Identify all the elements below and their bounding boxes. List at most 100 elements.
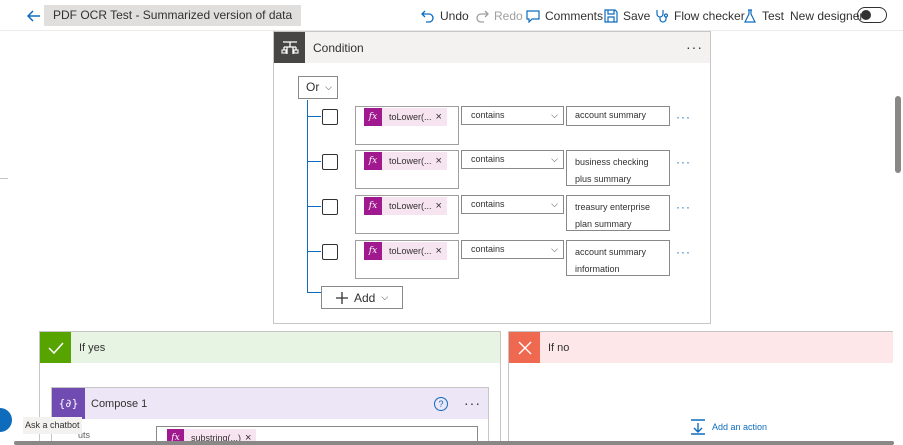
tree-branch: [307, 206, 321, 207]
compose-more-icon[interactable]: ···: [464, 396, 481, 410]
operator-value: contains: [471, 199, 505, 209]
expression-field[interactable]: fx toLower(... ×: [355, 150, 459, 189]
divider: [0, 178, 8, 179]
tree-branch: [307, 292, 321, 293]
group-operator-select[interactable]: Or ⌵: [298, 76, 338, 99]
help-icon[interactable]: ?: [434, 397, 448, 411]
fx-icon: fx: [364, 108, 382, 126]
value-line-1: business checking: [575, 157, 649, 167]
flow-checker-label: Flow checker: [674, 9, 745, 23]
if-yes-header[interactable]: If yes: [40, 332, 500, 363]
value-line-1: account summary: [575, 247, 647, 257]
ask-chatbot-button[interactable]: Ask a chatbot: [23, 417, 82, 434]
save-icon: [604, 9, 618, 23]
redo-button[interactable]: Redo: [475, 7, 523, 25]
vertical-scrollbar[interactable]: [893, 31, 903, 445]
flask-icon: [744, 9, 756, 23]
checkmark-icon: [40, 332, 71, 363]
row-checkbox[interactable]: [322, 109, 338, 125]
row-more-icon[interactable]: ···: [676, 200, 691, 214]
close-icon: [509, 332, 540, 363]
operator-value: contains: [471, 110, 505, 120]
operator-select[interactable]: contains ⌵: [461, 106, 564, 125]
stethoscope-icon: [656, 10, 669, 23]
save-button[interactable]: Save: [604, 7, 650, 25]
value-line-2: plan summary: [575, 219, 632, 229]
chatbot-icon[interactable]: [0, 408, 12, 432]
operator-value: contains: [471, 154, 505, 164]
save-label: Save: [623, 9, 651, 23]
expression-token[interactable]: fx toLower(... ×: [364, 152, 447, 170]
comment-icon: [526, 10, 540, 23]
chevron-down-icon: ⌵: [325, 82, 332, 92]
row-more-icon[interactable]: ···: [676, 110, 691, 124]
group-operator-value: Or: [306, 80, 320, 94]
test-button[interactable]: Test: [743, 7, 784, 25]
value-line-1: treasury enterprise: [575, 202, 651, 212]
operator-value: contains: [471, 244, 505, 254]
new-designer-label: New designer: [790, 9, 864, 23]
value-line-2: information: [575, 264, 620, 274]
operator-select[interactable]: contains ⌵: [461, 150, 564, 169]
row-more-icon[interactable]: ···: [676, 245, 691, 259]
token-label: toLower(...: [389, 112, 432, 122]
add-action-label: Add an action: [712, 422, 768, 432]
value-line-1: account summary: [575, 110, 647, 120]
new-designer-toggle[interactable]: [857, 7, 887, 23]
value-field[interactable]: business checking plus summary: [566, 150, 670, 186]
operator-select[interactable]: contains ⌵: [461, 240, 564, 259]
row-checkbox[interactable]: [322, 199, 338, 215]
flow-title[interactable]: PDF OCR Test - Summarized version of dat…: [44, 5, 302, 26]
undo-button[interactable]: Undo: [421, 7, 469, 25]
add-row-button[interactable]: Add ⌵: [321, 286, 403, 309]
if-yes-label: If yes: [79, 342, 106, 354]
fx-icon: fx: [364, 152, 382, 170]
compose-header[interactable]: {∂} Compose 1 ? ···: [52, 388, 488, 419]
remove-token-icon[interactable]: ×: [436, 111, 447, 123]
chevron-down-icon: ⌵: [551, 199, 558, 209]
toggle-knob: [861, 10, 871, 20]
token-label: toLower(...: [389, 246, 432, 256]
condition-more-icon[interactable]: ···: [686, 40, 703, 54]
plus-icon: [336, 291, 348, 304]
remove-token-icon[interactable]: ×: [436, 200, 447, 212]
operator-select[interactable]: contains ⌵: [461, 195, 564, 214]
expression-field[interactable]: fx toLower(... ×: [355, 106, 459, 145]
horizontal-scrollbar[interactable]: [14, 441, 894, 445]
remove-token-icon[interactable]: ×: [436, 155, 447, 167]
redo-label: Redo: [494, 9, 523, 23]
comments-label: Comments: [545, 9, 604, 23]
row-checkbox[interactable]: [322, 244, 338, 260]
condition-title: Condition: [313, 41, 364, 55]
add-action-button[interactable]: Add an action: [690, 419, 767, 435]
value-field[interactable]: account summary: [566, 106, 670, 126]
fx-icon: fx: [364, 197, 382, 215]
expression-field[interactable]: fx toLower(... ×: [355, 240, 459, 279]
compose-icon: {∂}: [52, 388, 85, 419]
chevron-down-icon: ⌵: [551, 154, 558, 164]
condition-header[interactable]: Condition ···: [274, 32, 710, 63]
tree-branch: [307, 251, 321, 252]
token-label: toLower(...: [389, 156, 432, 166]
remove-token-icon[interactable]: ×: [436, 245, 447, 257]
condition-icon: [274, 32, 305, 63]
expression-token[interactable]: fx toLower(... ×: [364, 108, 447, 126]
undo-label: Undo: [440, 9, 469, 23]
compose-title: Compose 1: [91, 398, 148, 410]
comments-button[interactable]: Comments: [526, 7, 603, 25]
vertical-scroll-thumb[interactable]: [895, 96, 901, 173]
add-label: Add: [354, 290, 376, 305]
row-checkbox[interactable]: [322, 154, 338, 170]
flow-checker-button[interactable]: Flow checker: [655, 7, 745, 25]
test-label: Test: [762, 9, 785, 23]
back-arrow-icon[interactable]: [24, 6, 44, 26]
value-line-2: plus summary: [575, 174, 632, 184]
if-no-header[interactable]: If no: [509, 332, 903, 363]
expression-token[interactable]: fx toLower(... ×: [364, 197, 447, 215]
expression-token[interactable]: fx toLower(... ×: [364, 242, 447, 260]
value-field[interactable]: account summary information: [566, 240, 670, 276]
row-more-icon[interactable]: ···: [676, 155, 691, 169]
tree-branch: [307, 116, 321, 117]
expression-field[interactable]: fx toLower(... ×: [355, 195, 459, 234]
value-field[interactable]: treasury enterprise plan summary: [566, 195, 670, 231]
